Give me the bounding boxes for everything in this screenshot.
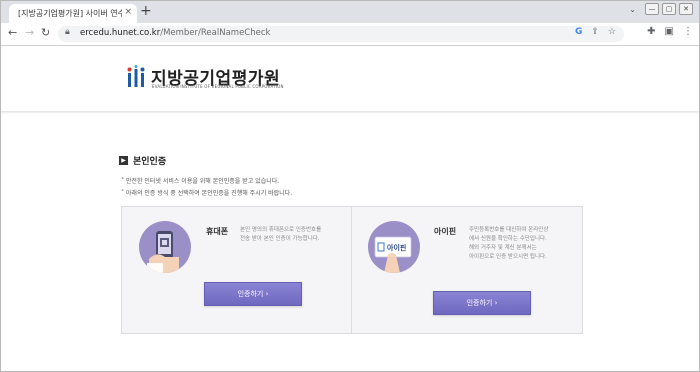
url-host: ercedu.hunet.co.kr — [80, 28, 161, 38]
ipin-desc-line-1: 주민등록번호를 대신하여 온라인상 — [469, 227, 549, 233]
tab-strip: [지방공기업평가원] 사이버 연수 × + ⌄ — ▢ ✕ — [1, 1, 699, 23]
ipin-option-label: 아이핀 — [434, 227, 457, 236]
browser-window: [지방공기업평가원] 사이버 연수 × + ⌄ — ▢ ✕ ← → ↻ 🔒︎ e… — [0, 0, 700, 372]
url-text[interactable]: ercedu.hunet.co.kr/Member/RealNameCheck — [80, 28, 270, 38]
browser-toolbar: ← → ↻ 🔒︎ ercedu.hunet.co.kr/Member/RealN… — [1, 23, 699, 46]
share-icon[interactable]: ⇪ — [591, 27, 599, 37]
browser-tab[interactable]: [지방공기업평가원] 사이버 연수 × — [9, 4, 137, 23]
address-bar[interactable]: 🔒︎ ercedu.hunet.co.kr/Member/RealNameChe… — [58, 26, 624, 42]
ipin-desc-line-3: 해외 거주자 및 계신 분께서는 — [469, 245, 537, 251]
ipin-desc-line-4: 아이핀으로 인증 받으시면 됩니다. — [469, 254, 547, 260]
maximize-button[interactable]: ▢ — [662, 3, 676, 15]
back-arrow-icon[interactable]: ← — [8, 26, 17, 39]
org-subtitle: EVALUATION INSTITUTE OF REGIONAL PUBLIC … — [152, 84, 284, 89]
ipin-option-description: 주민등록번호를 대신하여 온라인상 에서 신원을 확인하는 수단입니다. 해외 … — [469, 226, 589, 262]
phone-option-label: 휴대폰 — [206, 227, 229, 236]
forward-arrow-icon[interactable]: → — [25, 26, 34, 39]
section-title-text: 본인인증 — [133, 157, 167, 167]
ipin-auth-illustration-icon: 아이핀 — [368, 221, 420, 273]
lock-icon[interactable]: 🔒︎ — [65, 27, 70, 37]
extensions-icon[interactable]: ✚ — [647, 26, 655, 37]
auth-options-panel: 휴대폰 본인 명의의 휴대폰으로 인증번호를 전송 받아 본인 인증이 가능합니… — [121, 206, 583, 334]
menu-icon[interactable]: ⋮ — [683, 26, 693, 37]
reload-icon[interactable]: ↻ — [41, 26, 50, 39]
window-controls: ⌄ — ▢ ✕ — [629, 3, 693, 15]
tab-search-icon[interactable]: ⌄ — [629, 5, 636, 14]
phone-desc-line-2: 전송 받아 본인 인증이 가능합니다. — [240, 236, 320, 242]
logo-mark-icon — [127, 65, 145, 87]
phone-option-description: 본인 명의의 휴대폰으로 인증번호를 전송 받아 본인 인증이 가능합니다. — [240, 226, 360, 244]
tab-title: [지방공기업평가원] 사이버 연수 — [18, 9, 122, 18]
site-header: 지방공기업평가원 EVALUATION INSTITUTE OF REGIONA… — [1, 46, 699, 112]
side-panel-icon[interactable]: ▣ — [665, 26, 674, 37]
ipin-desc-line-2: 에서 신원을 확인하는 수단입니다. — [469, 236, 547, 242]
ipin-auth-button[interactable]: 인증하기 › — [433, 291, 531, 315]
phone-desc-line-1: 본인 명의의 휴대폰으로 인증번호를 — [240, 227, 322, 233]
notice-line-1: ˚ 안전한 인터넷 서비스 이용을 위해 본인인증을 받고 있습니다. — [121, 178, 280, 185]
page-content: 지방공기업평가원 EVALUATION INSTITUTE OF REGIONA… — [1, 46, 699, 371]
url-path: /Member/RealNameCheck — [160, 28, 271, 38]
minimize-button[interactable]: — — [645, 3, 659, 15]
phone-auth-illustration-icon — [139, 221, 191, 273]
bookmark-star-icon[interactable]: ☆ — [608, 27, 616, 37]
tab-close-icon[interactable]: × — [124, 7, 132, 17]
google-translate-icon[interactable]: G — [575, 27, 582, 37]
toolbar-right-icons: ✚ ▣ ⋮ — [647, 26, 693, 37]
phone-auth-button[interactable]: 인증하기 › — [204, 282, 302, 306]
close-window-button[interactable]: ✕ — [679, 3, 693, 15]
new-tab-button[interactable]: + — [140, 3, 152, 19]
omnibox-icons: G ⇪ ☆ — [575, 27, 616, 37]
section-title: ▶ 본인인증 — [119, 154, 166, 167]
section-bullet-icon: ▶ — [119, 156, 128, 165]
header-divider — [1, 111, 699, 114]
ipin-card-text: 아이핀 — [387, 243, 406, 252]
notice-line-2: ˚ 아래의 인증 방식 중 선택하여 본인인증을 진행해 주시기 바랍니다. — [121, 190, 293, 197]
